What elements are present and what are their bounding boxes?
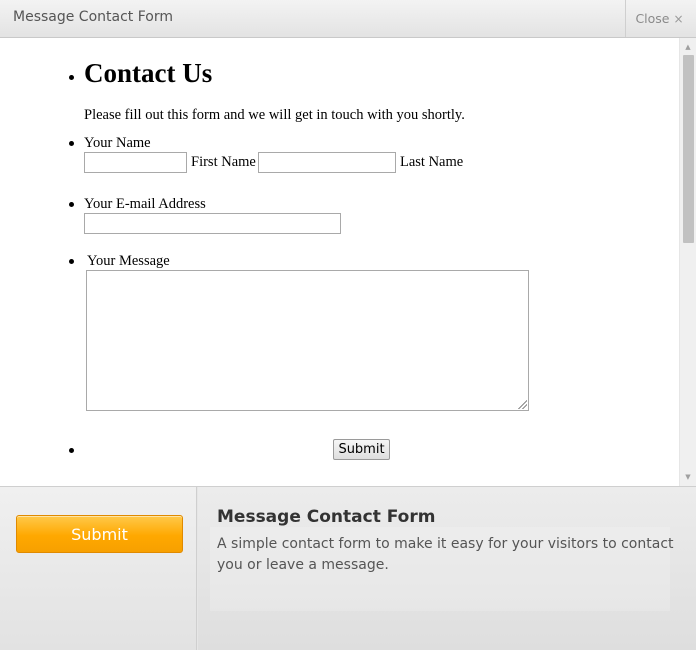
info-description: A simple contact form to make it easy fo… <box>217 536 674 573</box>
message-textarea[interactable] <box>86 270 529 411</box>
form-heading: Contact Us <box>84 58 213 88</box>
list-bullet <box>69 259 74 264</box>
form-submit-button[interactable]: Submit <box>333 439 390 460</box>
email-label: Your E-mail Address <box>84 196 206 212</box>
scrollbar-thumb[interactable] <box>683 55 694 243</box>
close-label: Close <box>635 11 670 26</box>
scroll-down-arrow-icon[interactable]: ▼ <box>680 470 696 484</box>
list-bullet <box>69 448 74 453</box>
scroll-up-arrow-icon[interactable]: ▲ <box>680 40 696 54</box>
form-intro: Please fill out this form and we will ge… <box>84 107 465 123</box>
window-titlebar: Message Contact Form Close × <box>0 0 696 38</box>
last-name-input[interactable] <box>258 152 396 173</box>
email-input[interactable] <box>84 213 341 234</box>
submit-button[interactable]: Submit <box>16 515 183 553</box>
info-panel: Message Contact Form A simple contact fo… <box>198 487 696 650</box>
window-title: Message Contact Form <box>13 9 173 25</box>
first-name-input[interactable] <box>84 152 187 173</box>
resize-grip-icon[interactable] <box>518 400 527 409</box>
preview-scrollbar[interactable]: ▲ ▼ <box>679 38 696 486</box>
info-title: Message Contact Form <box>217 507 436 527</box>
message-label: Your Message <box>87 253 170 269</box>
bottom-panel: Submit Message Contact Form A simple con… <box>0 486 696 650</box>
name-label: Your Name <box>84 135 151 151</box>
list-bullet <box>69 141 74 146</box>
bottom-left-panel: Submit <box>0 487 197 650</box>
last-name-label: Last Name <box>400 154 464 170</box>
first-name-label: First Name <box>191 154 256 170</box>
list-bullet <box>69 75 74 80</box>
close-icon: × <box>673 11 684 26</box>
form-preview: Contact Us Please fill out this form and… <box>0 38 696 486</box>
close-button[interactable]: Close × <box>625 0 696 37</box>
list-bullet <box>69 202 74 207</box>
